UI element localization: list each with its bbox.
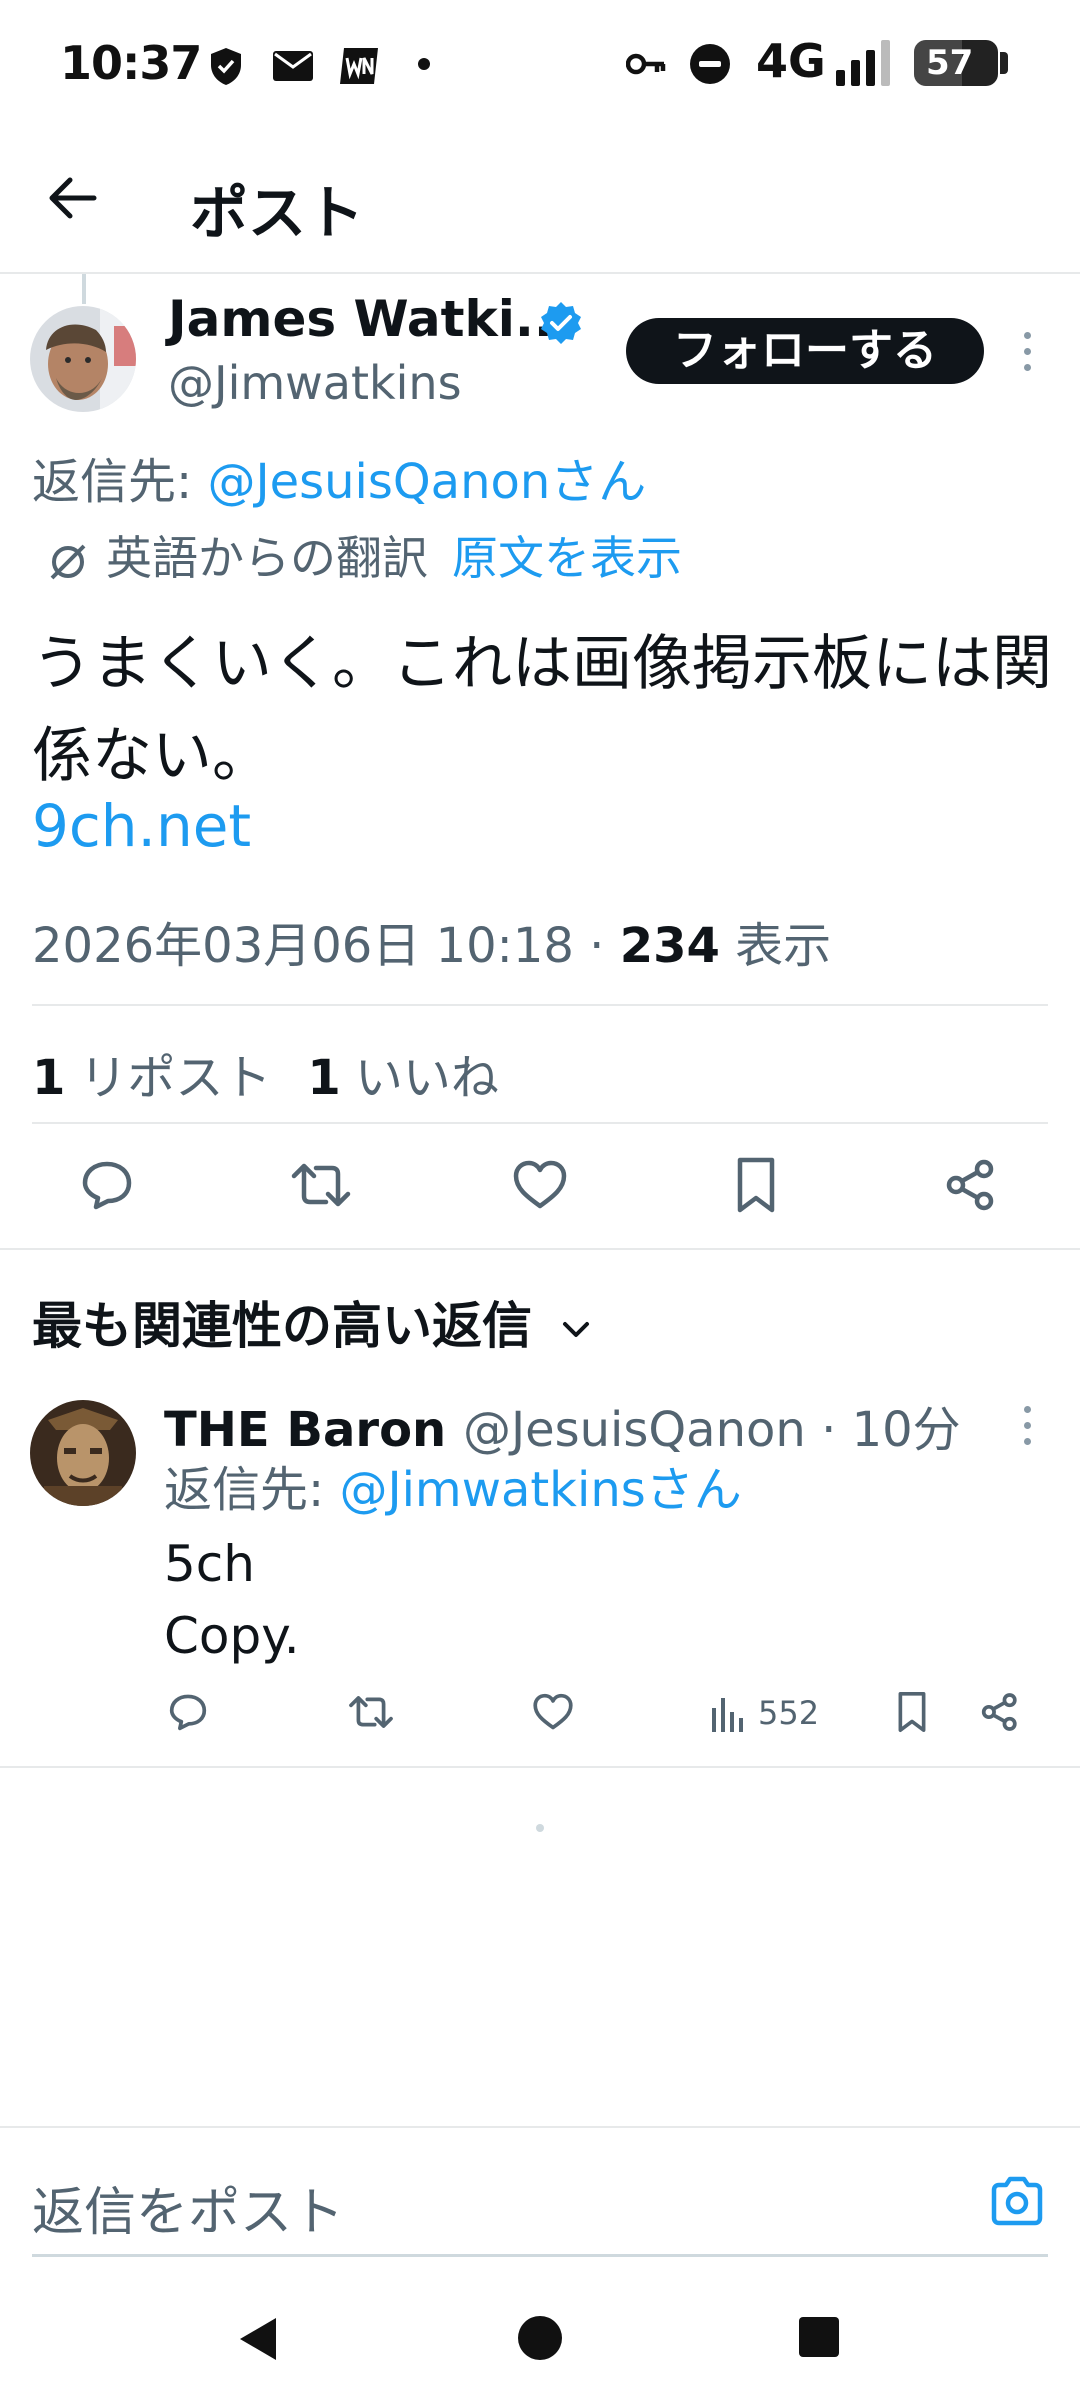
reply-text: 5ch Copy. bbox=[164, 1528, 300, 1672]
reply-reply-button[interactable] bbox=[168, 1692, 208, 1732]
like-stat[interactable]: 1 いいね bbox=[307, 1050, 498, 1106]
reply-text-line-1: 5ch bbox=[164, 1535, 255, 1593]
dot-icon bbox=[418, 58, 430, 70]
post-view-count: 234 bbox=[619, 918, 720, 974]
post-meta: 2026年03月06日 10:18 · 234 表示 bbox=[32, 906, 831, 976]
reply-avatar[interactable] bbox=[30, 1400, 136, 1506]
reply-repost-button[interactable] bbox=[348, 1692, 394, 1732]
bookmark-icon bbox=[898, 1692, 926, 1732]
reply-button[interactable] bbox=[80, 1158, 134, 1212]
appbar-divider bbox=[0, 272, 1080, 274]
replies-sort-label: 最も関連性の高い返信 bbox=[32, 1297, 532, 1355]
reply-icon bbox=[82, 1161, 132, 1210]
repost-label: リポスト bbox=[79, 1050, 272, 1106]
system-nav-bar bbox=[0, 2290, 1080, 2400]
post-text: うまくいく。これは画像掲示板には関係ない。 bbox=[32, 629, 1052, 791]
camera-button[interactable] bbox=[990, 2176, 1044, 2226]
app-screen: 10:37 4G 57 ポスト James Watki... @Jimwatki… bbox=[0, 0, 1080, 2400]
back-button[interactable] bbox=[44, 170, 100, 226]
reply-reply-to-line: 返信先: @Jimwatkinsさん bbox=[164, 1450, 742, 1520]
like-button[interactable] bbox=[512, 1158, 568, 1212]
loading-indicator bbox=[536, 1824, 544, 1832]
author-name[interactable]: James Watki... bbox=[168, 290, 572, 348]
network-type: 4G bbox=[756, 34, 826, 88]
reply-text-line-2: Copy. bbox=[164, 1607, 300, 1665]
share-icon bbox=[981, 1693, 1017, 1731]
post-stats: 1 リポスト 1 いいね bbox=[32, 1038, 499, 1108]
translation-row: 英語からの翻訳 原文を表示 bbox=[44, 522, 682, 588]
composer-top-divider bbox=[0, 2126, 1080, 2128]
like-label: いいね bbox=[354, 1050, 499, 1106]
post-view-label: 表示 bbox=[719, 918, 832, 974]
replies-sort-selector[interactable]: 最も関連性の高い返信 bbox=[32, 1286, 591, 1358]
translation-note: 英語からの翻訳 bbox=[106, 531, 428, 585]
composer-underline bbox=[32, 2254, 1048, 2257]
reply-avatar-image bbox=[30, 1400, 136, 1506]
share-icon bbox=[946, 1159, 994, 1211]
battery-level: 57 bbox=[926, 43, 974, 83]
reply-to-prefix: 返信先: bbox=[32, 454, 208, 510]
repost-icon bbox=[349, 1696, 393, 1728]
reply-like-button[interactable] bbox=[532, 1692, 574, 1732]
actions-divider bbox=[0, 1248, 1080, 1250]
thread-connector bbox=[82, 274, 86, 304]
nav-back-icon[interactable] bbox=[236, 2314, 280, 2364]
vpn-key-icon bbox=[626, 53, 666, 75]
repost-count: 1 bbox=[32, 1050, 66, 1106]
dnd-icon bbox=[690, 44, 730, 84]
follow-button[interactable]: フォローする bbox=[626, 318, 984, 384]
nav-recents-icon[interactable] bbox=[798, 2316, 840, 2358]
verified-badge-icon bbox=[541, 302, 581, 344]
page-title: ポスト bbox=[190, 179, 365, 247]
signal-icon bbox=[836, 40, 890, 86]
reply-reply-to-mention[interactable]: @Jimwatkinsさん bbox=[339, 1462, 741, 1518]
reply-view-count: 552 bbox=[758, 1694, 820, 1732]
reply-to-line: 返信先: @JesuisQanonさん bbox=[32, 442, 646, 512]
reply-divider bbox=[0, 1766, 1080, 1768]
reply-share-button[interactable] bbox=[980, 1692, 1020, 1732]
bookmark-button[interactable] bbox=[734, 1156, 778, 1214]
repost-stat[interactable]: 1 リポスト bbox=[32, 1050, 271, 1106]
author-avatar-image bbox=[30, 306, 136, 412]
stats-divider bbox=[32, 1122, 1048, 1124]
reply-to-mention[interactable]: @JesuisQanonさん bbox=[207, 454, 646, 510]
analytics-icon bbox=[712, 1698, 743, 1732]
reply-analytics-button[interactable] bbox=[710, 1694, 746, 1732]
like-count: 1 bbox=[307, 1050, 341, 1106]
chevron-down-icon bbox=[563, 1321, 590, 1337]
author-name-text: James Watki... bbox=[168, 290, 572, 348]
post-link[interactable]: 9ch.net bbox=[32, 792, 251, 860]
repost-icon bbox=[291, 1163, 351, 1207]
battery-icon: 57 bbox=[914, 40, 1008, 86]
shield-icon bbox=[211, 48, 241, 85]
share-button[interactable] bbox=[944, 1158, 998, 1212]
mail-icon bbox=[273, 51, 313, 81]
meta-divider bbox=[32, 1004, 1048, 1006]
heart-icon bbox=[533, 1693, 573, 1730]
reply-composer-input[interactable]: 返信をポスト bbox=[32, 2170, 344, 2245]
status-bar: 10:37 4G 57 bbox=[0, 0, 1080, 130]
app-icon bbox=[340, 48, 378, 84]
nav-home-icon[interactable] bbox=[516, 2314, 564, 2362]
heart-icon bbox=[513, 1160, 567, 1209]
arrow-left-icon bbox=[49, 177, 97, 219]
repost-button[interactable] bbox=[290, 1158, 352, 1212]
reply-more-options-icon[interactable] bbox=[1022, 1406, 1032, 1446]
translate-icon bbox=[50, 544, 86, 579]
reply-icon bbox=[169, 1694, 207, 1731]
status-time: 10:37 bbox=[60, 36, 202, 90]
author-handle[interactable]: @Jimwatkins bbox=[168, 356, 462, 410]
post-timestamp: 2026年03月06日 10:18 · bbox=[32, 918, 620, 974]
author-avatar[interactable] bbox=[30, 306, 136, 412]
more-options-icon[interactable] bbox=[1022, 332, 1032, 372]
reply-bookmark-button[interactable] bbox=[896, 1690, 928, 1734]
camera-icon bbox=[991, 2176, 1043, 2226]
reply-reply-to-prefix: 返信先: bbox=[164, 1462, 340, 1518]
bookmark-icon bbox=[737, 1157, 775, 1213]
show-original-link[interactable]: 原文を表示 bbox=[452, 531, 682, 585]
